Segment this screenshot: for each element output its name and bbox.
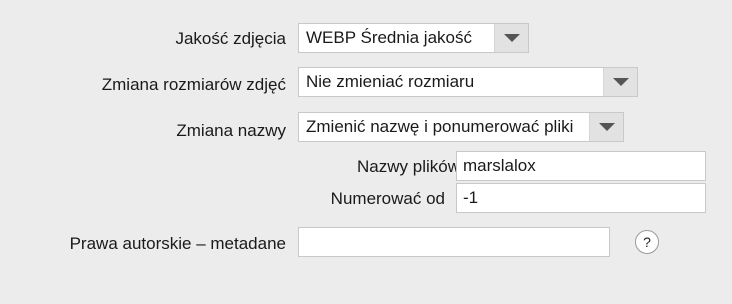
chevron-down-icon[interactable] [603,68,637,96]
chevron-down-icon[interactable] [589,113,623,141]
number-from-input[interactable]: -1 [456,183,706,213]
help-icon[interactable]: ? [635,230,659,254]
quality-select-value: WEBP Średnia jakość [306,28,472,47]
rename-select-value: Zmienić nazwę i ponumerować pliki [306,117,574,136]
copyright-label: Prawa autorskie – metadane [69,234,286,253]
copyright-input[interactable] [298,227,610,257]
chevron-down-icon[interactable] [494,24,528,52]
rename-label: Zmiana nazwy [176,121,286,140]
file-names-input[interactable]: marslalox [456,151,706,181]
file-names-label: Nazwy plików [357,157,460,176]
resize-select[interactable]: Nie zmieniać rozmiaru [298,67,638,97]
quality-label: Jakość zdjęcia [175,29,286,48]
number-from-label: Numerować od [330,189,445,208]
rename-select[interactable]: Zmienić nazwę i ponumerować pliki [298,112,624,142]
resize-label: Zmiana rozmiarów zdjęć [101,75,286,94]
quality-select[interactable]: WEBP Średnia jakość [298,23,529,53]
resize-select-value: Nie zmieniać rozmiaru [306,72,475,91]
